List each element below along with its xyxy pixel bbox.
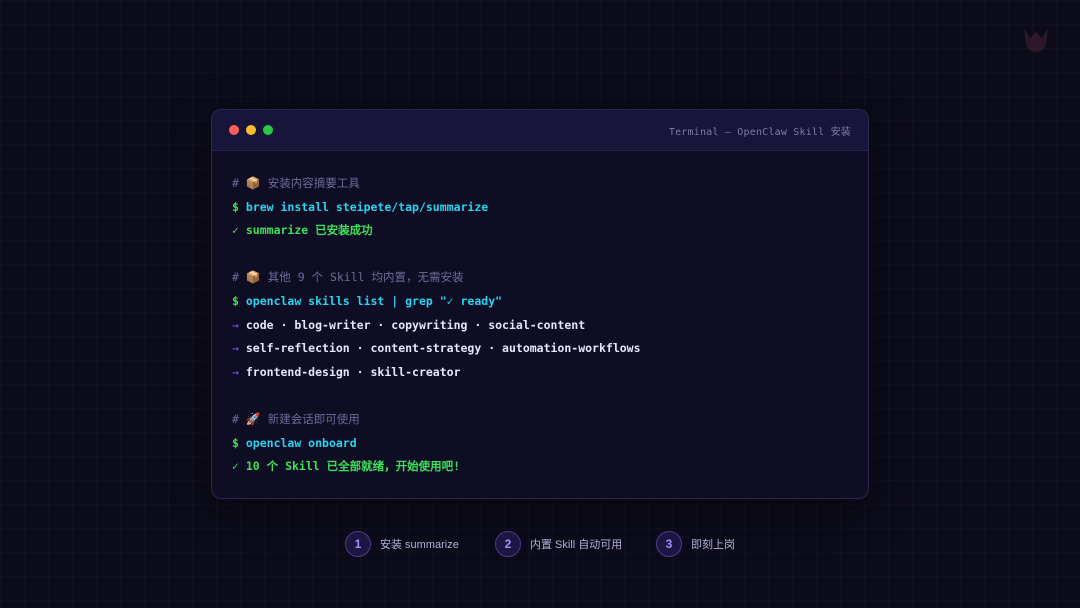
step-label: 安装 summarize: [380, 539, 459, 551]
step-1: 1 安装 summarize: [345, 530, 459, 558]
check-icon: ✓: [232, 223, 239, 238]
package-icon: 📦: [245, 176, 261, 190]
skill-list-line: → code · blog-writer · copywriting · soc…: [232, 317, 586, 332]
rocket-icon: 🚀: [245, 411, 261, 426]
step-label: 即刻上岗: [691, 539, 735, 551]
step-indicator: 1 安装 summarize 2 内置 Skill 自动可用 3 即刻上岗: [0, 530, 1080, 558]
skill-list-line: → self-reflection · content-strategy · a…: [232, 341, 641, 356]
success-line: ✓ 10 个 Skill 已全部就绪，开始使用吧!: [232, 459, 461, 474]
command-line: $ openclaw skills list | grep "✓ ready": [232, 293, 503, 308]
command-line: $ brew install steipete/tap/summarize: [232, 199, 489, 214]
step-3: 3 即刻上岗: [656, 530, 735, 558]
arrow-icon: →: [232, 341, 239, 356]
arrow-icon: →: [232, 364, 239, 379]
terminal-titlebar: Terminal — OpenClaw Skill 安装: [212, 110, 868, 151]
close-window-button[interactable]: [229, 125, 239, 135]
minimize-window-button[interactable]: [246, 125, 256, 135]
command-line: $ openclaw onboard: [232, 435, 357, 450]
comment-line: # 📦 其他 9 个 Skill 均内置，无需安装: [232, 270, 464, 285]
arrow-icon: →: [232, 317, 239, 332]
window-title: Terminal — OpenClaw Skill 安装: [668, 127, 851, 138]
step-number-badge: 3: [656, 531, 682, 557]
comment-line: # 📦 安装内容摘要工具: [232, 176, 360, 190]
terminal-window: Terminal — OpenClaw Skill 安装 # 📦 安装内容摘要工…: [211, 109, 869, 499]
check-icon: ✓: [232, 459, 239, 474]
brand-logo-icon: [1024, 28, 1048, 52]
step-label: 内置 Skill 自动可用: [530, 539, 623, 551]
step-2: 2 内置 Skill 自动可用: [495, 530, 622, 558]
maximize-window-button[interactable]: [263, 125, 273, 135]
comment-line: # 🚀 新建会话即可使用: [232, 411, 360, 426]
package-icon: 📦: [245, 270, 261, 285]
terminal-output: # 📦 安装内容摘要工具 $ brew install steipete/tap…: [232, 172, 641, 479]
skill-list-line: → frontend-design · skill-creator: [232, 364, 461, 379]
step-number-badge: 1: [345, 531, 371, 557]
step-number-badge: 2: [495, 531, 521, 557]
success-line: ✓ summarize 已安装成功: [232, 223, 373, 238]
